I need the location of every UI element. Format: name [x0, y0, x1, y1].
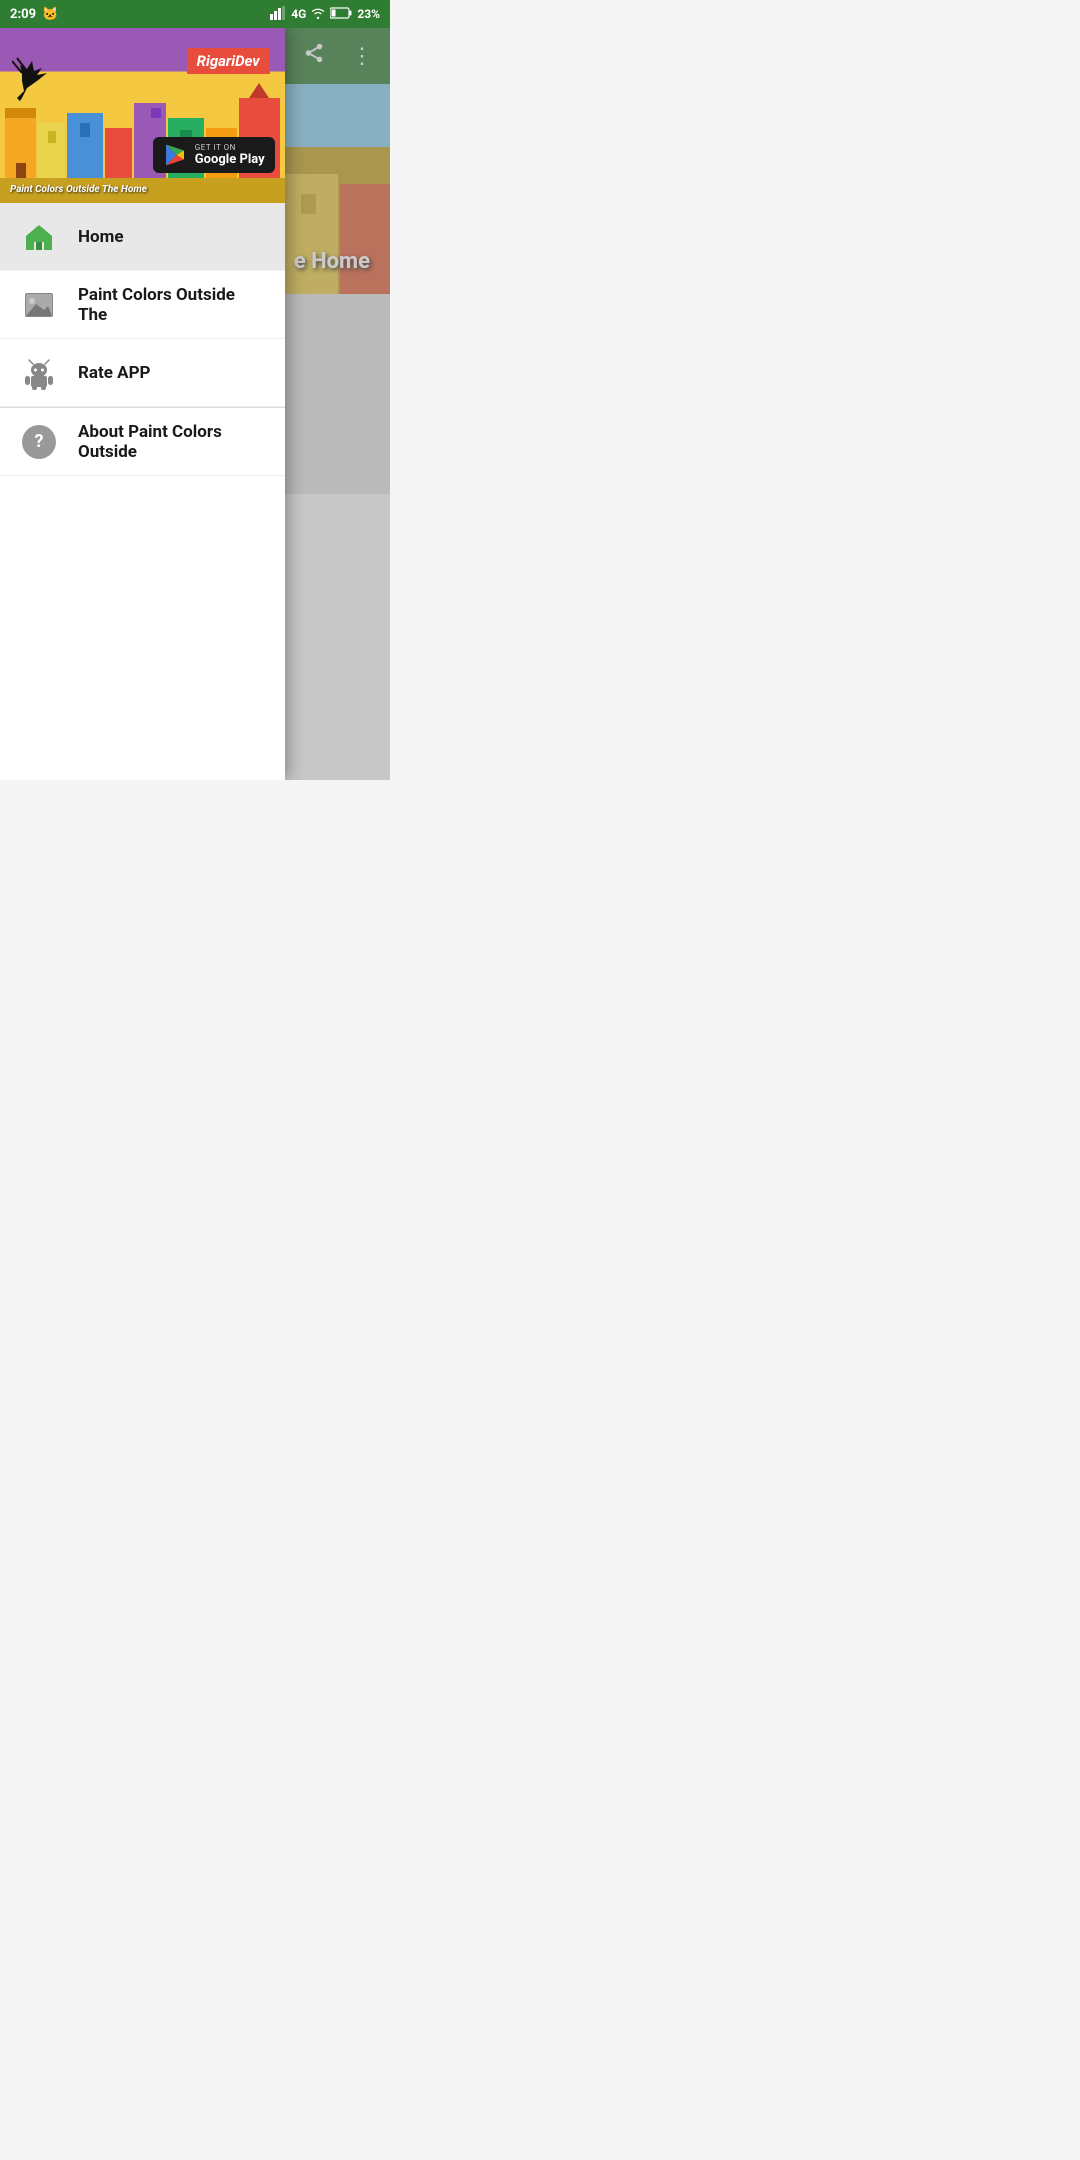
status-right: 4G 23% — [270, 6, 380, 23]
notification-icon: 🐱 — [42, 7, 58, 22]
menu-item-about[interactable]: ? About Paint Colors Outside — [0, 408, 285, 476]
time-display: 2:09 — [10, 7, 36, 22]
menu-item-rate-label: Rate APP — [78, 363, 150, 383]
signal-icon — [270, 6, 286, 23]
network-type: 4G — [291, 7, 306, 21]
question-circle: ? — [22, 425, 56, 459]
google-play-label: Google Play — [195, 152, 265, 167]
wifi-icon — [311, 7, 325, 22]
crow-icon — [12, 53, 67, 112]
drawer-header: RigariDev GET IT ON Google Play — [0, 28, 285, 203]
google-play-badge[interactable]: GET IT ON Google Play — [153, 137, 275, 173]
menu-item-home-label: Home — [78, 227, 124, 247]
menu-item-about-label: About Paint Colors Outside — [78, 422, 265, 462]
drawer-menu: Home Paint Colors Outside The — [0, 203, 285, 476]
rigaridev-badge: RigariDev — [187, 48, 270, 74]
battery-percent: 23% — [357, 7, 380, 21]
battery-icon — [330, 7, 352, 22]
android-icon — [20, 354, 58, 392]
get-it-on-label: GET IT ON — [195, 143, 265, 152]
menu-item-paint-label: Paint Colors Outside The — [78, 285, 265, 325]
menu-item-paint-colors[interactable]: Paint Colors Outside The — [0, 271, 285, 339]
image-icon — [20, 286, 58, 324]
navigation-drawer: RigariDev GET IT ON Google Play — [0, 28, 285, 780]
status-bar: 2:09 🐱 4G — [0, 0, 390, 28]
menu-item-home[interactable]: Home — [0, 203, 285, 271]
home-icon — [20, 218, 58, 256]
menu-item-rate-app[interactable]: Rate APP — [0, 339, 285, 407]
main-container: ⋮ e Home — [0, 28, 390, 780]
question-icon: ? — [20, 423, 58, 461]
status-left: 2:09 🐱 — [10, 7, 58, 22]
paint-text-header: Paint Colors Outside The Home — [10, 184, 147, 195]
